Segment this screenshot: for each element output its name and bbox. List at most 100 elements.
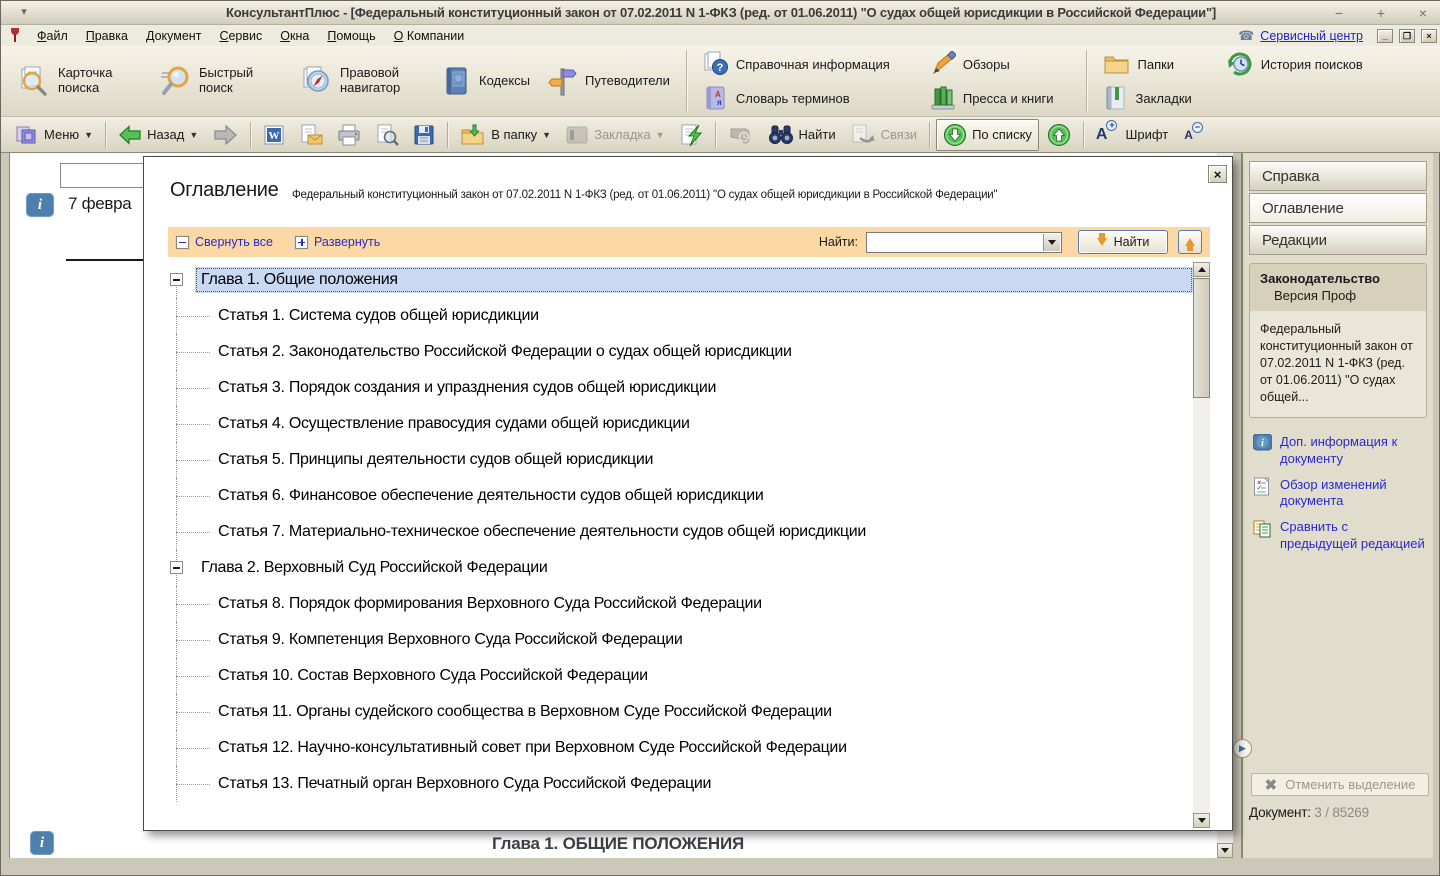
menu-edit[interactable]: Правка: [77, 27, 137, 45]
base-info-panel: Законодательство Версия Проф Федеральный…: [1249, 263, 1427, 418]
folders-button[interactable]: Папки: [1095, 49, 1200, 79]
reviews-button[interactable]: Обзоры: [922, 49, 1062, 79]
doc-additional-info-link[interactable]: i Доп. информация к документу: [1249, 434, 1427, 467]
tab-redakcii[interactable]: Редакции: [1249, 225, 1427, 255]
collapse-box-icon[interactable]: [170, 561, 183, 574]
mdi-close-button[interactable]: ×: [1421, 29, 1437, 43]
back-button[interactable]: Назад▼: [112, 122, 204, 148]
toolbar-divider: [1086, 50, 1087, 112]
save-button[interactable]: [407, 121, 441, 149]
toc-article-row[interactable]: Статья 5. Принципы деятельности судов об…: [168, 442, 1193, 478]
toc-chapter-row[interactable]: Глава 1. Общие положения: [168, 262, 1193, 298]
close-button[interactable]: ×: [1415, 2, 1431, 24]
toc-article-row[interactable]: Статья 2. Законодательство Российской Фе…: [168, 334, 1193, 370]
mdi-restore-button[interactable]: ❐: [1399, 29, 1415, 43]
scroll-up-button[interactable]: [1193, 262, 1210, 277]
sidebar-collapse-button[interactable]: ▶: [1233, 739, 1252, 758]
export-word-button[interactable]: W: [257, 121, 291, 149]
document-field[interactable]: [60, 163, 156, 188]
tab-oglavlenie[interactable]: Оглавление: [1249, 193, 1427, 223]
to-folder-button[interactable]: В папку▼: [454, 121, 557, 149]
legal-navigator-button[interactable]: Правовой навигатор: [293, 61, 434, 101]
toc-article-row[interactable]: Статья 7. Материально-техническое обеспе…: [168, 514, 1193, 550]
svg-text:?: ?: [717, 62, 724, 74]
base-document-name: Федеральный конституционный закон от 07.…: [1250, 311, 1426, 417]
font-decrease-button[interactable]: A−: [1178, 126, 1199, 144]
quick-search-button[interactable]: Быстрый поиск: [152, 61, 293, 101]
find-next-button[interactable]: Найти: [1078, 230, 1168, 254]
by-list-up-button[interactable]: [1041, 120, 1077, 150]
toolbar-divider: [447, 122, 448, 148]
window-menu-icon[interactable]: ▾: [15, 5, 33, 20]
menu-document[interactable]: Документ: [137, 27, 210, 45]
info-icon[interactable]: i: [30, 831, 54, 855]
cancel-selection-button[interactable]: ✖ Отменить выделение: [1251, 773, 1429, 796]
collapse-all-link[interactable]: Свернуть все: [195, 235, 273, 249]
by-list-down-button[interactable]: По списку: [936, 119, 1039, 151]
changes-review-icon: ×✓: [1253, 477, 1272, 496]
find-combobox[interactable]: [866, 232, 1062, 253]
bookmarks-button[interactable]: Закладки: [1095, 83, 1200, 113]
svg-text:W: W: [269, 130, 280, 142]
scrollbar-thumb[interactable]: [1193, 278, 1210, 398]
links-icon: [850, 124, 876, 146]
search-history-button[interactable]: История поисков: [1218, 49, 1371, 79]
changes-review-link[interactable]: ×✓ Обзор изменений документа: [1249, 477, 1427, 510]
codes-button[interactable]: Кодексы: [434, 61, 538, 101]
toc-article-row[interactable]: Статья 4. Осуществление правосудия судам…: [168, 406, 1193, 442]
printer-icon: [337, 124, 361, 146]
term-dictionary-button[interactable]: Ая Словарь терминов: [695, 83, 898, 113]
print-button[interactable]: [331, 121, 367, 149]
info-icon[interactable]: i: [26, 193, 54, 217]
expand-all-icon[interactable]: [295, 236, 308, 249]
menu-service[interactable]: Сервис: [210, 27, 271, 45]
scroll-down-button[interactable]: [1217, 843, 1233, 858]
search-card-button[interactable]: Карточка поиска: [11, 61, 152, 101]
preview-button[interactable]: [369, 121, 405, 149]
toc-article-row[interactable]: Статья 10. Состав Верховного Суда Россий…: [168, 658, 1193, 694]
toc-article-row[interactable]: Статья 6. Финансовое обеспечение деятель…: [168, 478, 1193, 514]
find-prev-button[interactable]: [1178, 230, 1202, 254]
menu-windows[interactable]: Окна: [271, 27, 318, 45]
toc-article-row[interactable]: Статья 8. Порядок формирования Верховног…: [168, 586, 1193, 622]
collapse-all-icon[interactable]: [176, 236, 189, 249]
maximize-button[interactable]: +: [1373, 2, 1389, 24]
scroll-down-button[interactable]: [1193, 813, 1210, 828]
menu-file[interactable]: Файл: [28, 27, 77, 45]
send-mail-button[interactable]: [293, 121, 329, 149]
forward-button[interactable]: [206, 121, 244, 149]
press-books-button[interactable]: Пресса и книги: [922, 83, 1062, 113]
collapse-box-icon[interactable]: [170, 273, 183, 286]
toc-article-row[interactable]: Статья 13. Печатный орган Верховного Суд…: [168, 766, 1193, 802]
toolbar-divider: [715, 122, 716, 148]
toc-chapter-row[interactable]: Глава 2. Верховный Суд Российской Федера…: [168, 550, 1193, 586]
toc-article-row[interactable]: Статья 3. Порядок создания и упразднения…: [168, 370, 1193, 406]
combo-dropdown-icon[interactable]: [1043, 234, 1060, 251]
toc-scrollbar[interactable]: [1193, 262, 1210, 828]
find-button[interactable]: Найти: [762, 121, 842, 149]
green-up-circle-icon: [1047, 123, 1071, 147]
toc-article-row[interactable]: Статья 11. Органы судейского сообщества …: [168, 694, 1193, 730]
reference-info-button[interactable]: ? Справочная информация: [695, 49, 898, 79]
expand-all-link[interactable]: Развернуть: [314, 235, 380, 249]
menu-dropdown-button[interactable]: Меню▼: [9, 121, 99, 149]
toc-article-row[interactable]: Статья 1. Система судов общей юрисдикции: [168, 298, 1193, 334]
compare-editions-link[interactable]: Сравнить с предыдущей редакцией: [1249, 519, 1427, 552]
dialog-close-button[interactable]: ×: [1208, 165, 1227, 183]
minimize-button[interactable]: −: [1331, 2, 1347, 24]
guides-button[interactable]: Путеводители: [538, 61, 678, 101]
tab-spravka[interactable]: Справка: [1249, 161, 1427, 191]
toc-article-row[interactable]: Статья 9. Компетенция Верховного Суда Ро…: [168, 622, 1193, 658]
doc-counter-button[interactable]: [722, 121, 760, 149]
nav-toolbar: Меню▼ Назад▼ W В папку▼: [1, 117, 1440, 153]
menu-about[interactable]: О Компании: [385, 27, 474, 45]
menu-help[interactable]: Помощь: [318, 27, 384, 45]
toc-article-row[interactable]: Статья 12. Научно-консультативный совет …: [168, 730, 1193, 766]
service-center-link[interactable]: Сервисный центр: [1260, 29, 1363, 43]
font-increase-button[interactable]: A+: [1090, 124, 1114, 146]
bookmark-button[interactable]: Закладка▼: [559, 121, 670, 149]
links-button[interactable]: Связи: [844, 121, 923, 149]
refresh-document-button[interactable]: [673, 120, 709, 150]
mdi-minimize-button[interactable]: _: [1377, 29, 1393, 43]
window-title: КонсультантПлюс - [Федеральный конституц…: [1, 5, 1440, 20]
